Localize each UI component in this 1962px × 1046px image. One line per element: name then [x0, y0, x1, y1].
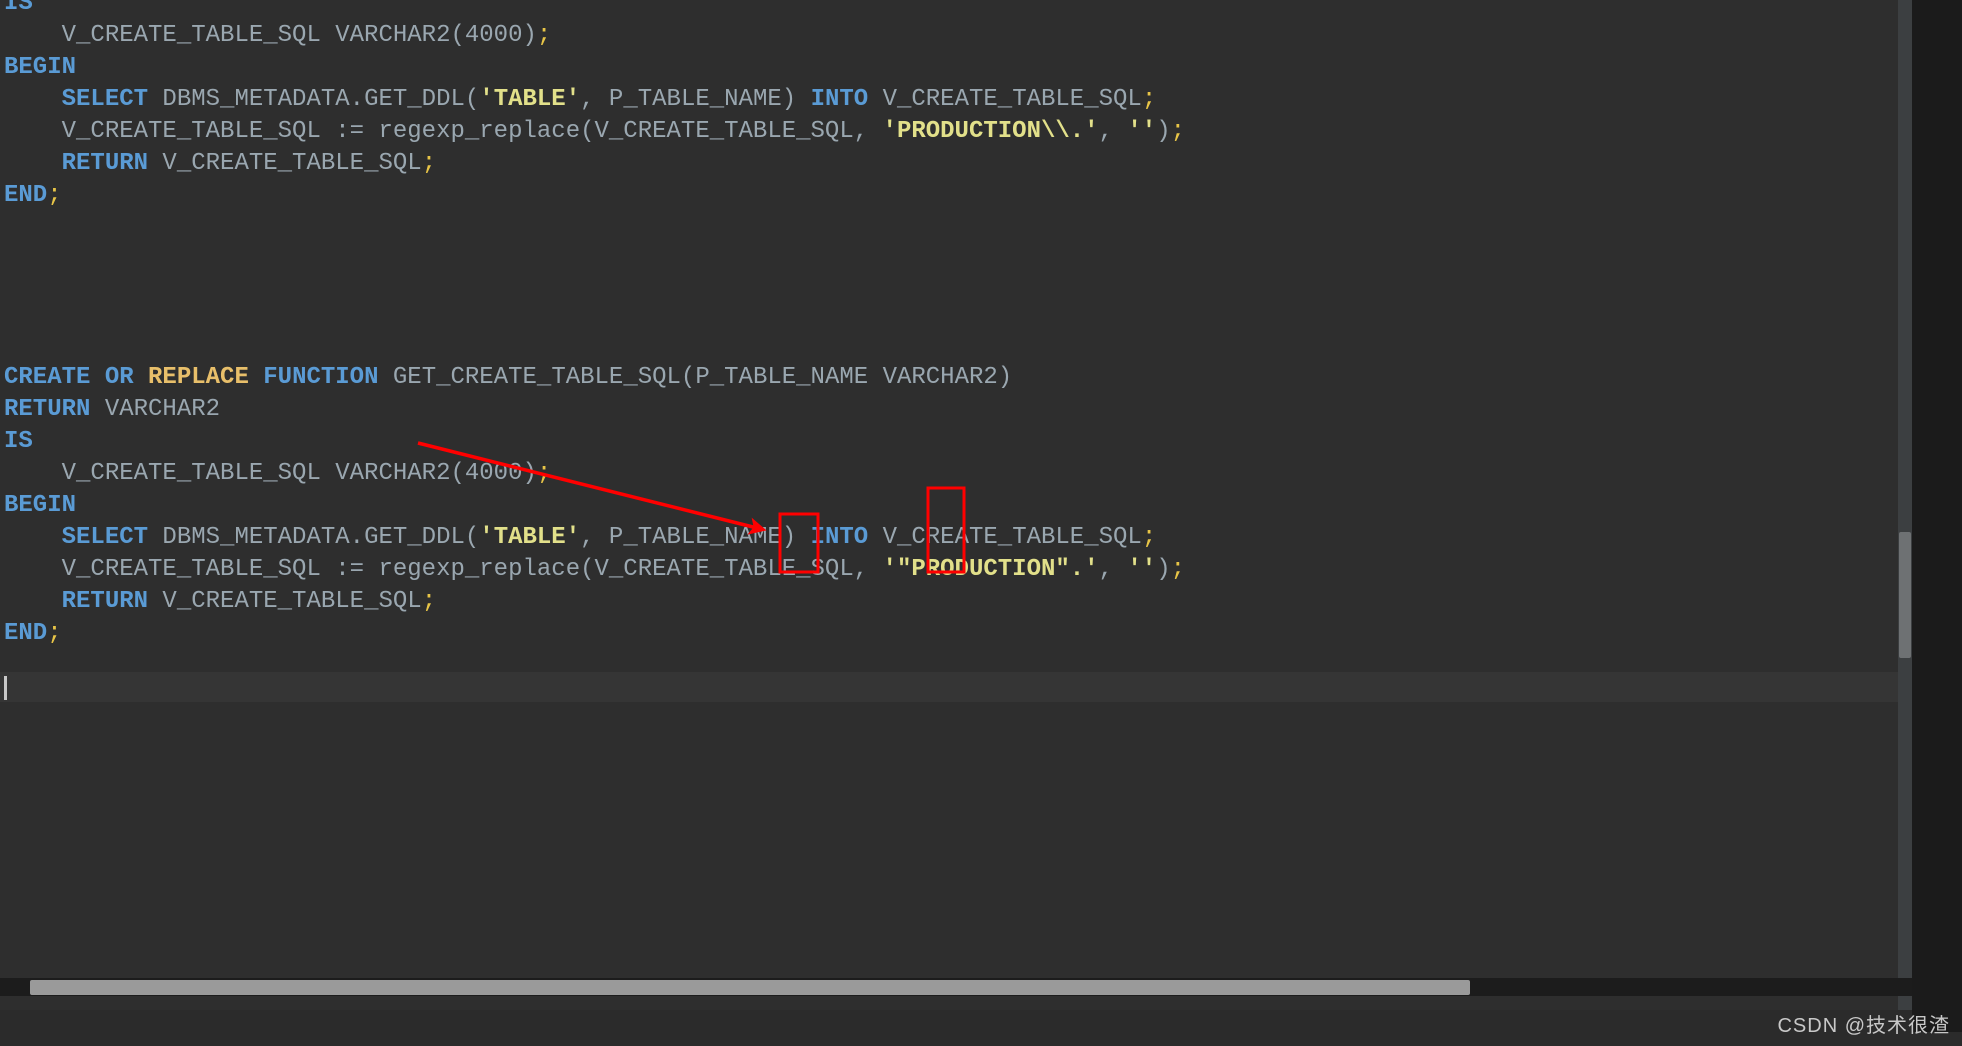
code-line[interactable]: V_CREATE_TABLE_SQL := regexp_replace(V_C… — [0, 116, 1912, 148]
code-token: OR — [90, 364, 149, 391]
code-token: SELECT — [61, 86, 149, 113]
code-line[interactable]: END; — [0, 180, 1912, 212]
code-token: ; — [536, 22, 552, 49]
code-token: BEGIN — [4, 492, 77, 519]
code-token: INTO — [810, 524, 869, 551]
code-token: RETURN — [61, 588, 149, 615]
code-token: '' — [1127, 118, 1157, 145]
code-line[interactable]: V_CREATE_TABLE_SQL := regexp_replace(V_C… — [0, 554, 1912, 586]
code-token: DBMS_METADATA.GET_DDL( — [148, 86, 480, 113]
code-token: RETURN — [4, 396, 91, 423]
horizontal-scrollbar-thumb[interactable] — [30, 980, 1470, 995]
code-block-revised[interactable]: CREATE OR REPLACE FUNCTION GET_CREATE_TA… — [0, 362, 1912, 650]
code-token: ; — [1141, 524, 1157, 551]
code-token: ; — [47, 182, 62, 209]
vertical-scrollbar-track[interactable] — [1898, 0, 1912, 1010]
code-token: , — [1098, 556, 1128, 583]
code-token: ; — [1141, 86, 1157, 113]
code-token: V_CREATE_TABLE_SQL VARCHAR2(4000) — [61, 22, 537, 49]
screenshot-root: IS V_CREATE_TABLE_SQL VARCHAR2(4000); BEG… — [0, 0, 1962, 1046]
code-editor-surface[interactable]: IS V_CREATE_TABLE_SQL VARCHAR2(4000); BEG… — [0, 0, 1912, 1010]
code-line[interactable]: SELECT DBMS_METADATA.GET_DDL('TABLE', P_… — [0, 84, 1912, 116]
code-token: ) — [1156, 556, 1171, 583]
code-line[interactable]: RETURN VARCHAR2 — [0, 394, 1912, 426]
code-token: REPLACE — [148, 364, 249, 391]
code-line[interactable]: IS — [0, 0, 1912, 20]
text-caret — [4, 676, 7, 700]
code-line[interactable]: RETURN V_CREATE_TABLE_SQL; — [0, 586, 1912, 618]
code-token: V_CREATE_TABLE_SQL := regexp_replace(V_C… — [61, 118, 883, 145]
code-token: V_CREATE_TABLE_SQL — [148, 588, 422, 615]
code-token: , P_TABLE_NAME) — [580, 524, 811, 551]
code-token: VARCHAR2 — [90, 396, 221, 423]
code-token: ) — [1156, 118, 1171, 145]
code-token: ; — [421, 150, 437, 177]
right-gutter — [1912, 0, 1962, 1046]
code-token: '' — [1127, 556, 1157, 583]
code-line[interactable]: BEGIN — [0, 490, 1912, 522]
code-token: DBMS_METADATA.GET_DDL( — [148, 524, 480, 551]
code-line[interactable]: V_CREATE_TABLE_SQL VARCHAR2(4000); — [0, 458, 1912, 490]
code-token: ; — [421, 588, 437, 615]
code-token: 'TABLE' — [479, 524, 581, 551]
code-token: V_CREATE_TABLE_SQL — [148, 150, 422, 177]
code-token: 'TABLE' — [479, 86, 581, 113]
code-token: CREATE — [4, 364, 91, 391]
code-token: IS — [4, 428, 33, 455]
code-token: , — [1098, 118, 1128, 145]
code-token: FUNCTION — [263, 364, 379, 391]
vertical-scrollbar-thumb[interactable] — [1899, 532, 1911, 658]
code-token: V_CREATE_TABLE_SQL — [868, 86, 1142, 113]
code-line[interactable]: END; — [0, 618, 1912, 650]
watermark: CSDN @技术很渣 — [1777, 1015, 1950, 1037]
code-line[interactable]: BEGIN — [0, 52, 1912, 84]
code-line[interactable]: RETURN V_CREATE_TABLE_SQL; — [0, 148, 1912, 180]
code-line[interactable]: IS — [0, 426, 1912, 458]
current-line-highlight — [0, 672, 1912, 702]
code-token: , P_TABLE_NAME) — [580, 86, 811, 113]
code-line[interactable]: SELECT DBMS_METADATA.GET_DDL('TABLE', P_… — [0, 522, 1912, 554]
code-token: ; — [1170, 556, 1186, 583]
code-line[interactable]: CREATE OR REPLACE FUNCTION GET_CREATE_TA… — [0, 362, 1912, 394]
code-token: V_CREATE_TABLE_SQL — [868, 524, 1142, 551]
code-token: IS — [4, 0, 33, 17]
code-line[interactable]: V_CREATE_TABLE_SQL VARCHAR2(4000); — [0, 20, 1912, 52]
code-token: SELECT — [61, 524, 149, 551]
code-token: ; — [536, 460, 552, 487]
code-token: RETURN — [61, 150, 149, 177]
footer-strip — [0, 1032, 1962, 1046]
code-token: V_CREATE_TABLE_SQL := regexp_replace(V_C… — [61, 556, 883, 583]
scrollbar-corner — [1898, 978, 1912, 996]
code-token: END — [4, 620, 48, 647]
code-token: BEGIN — [4, 54, 77, 81]
code-token: GET_CREATE_TABLE_SQL(P_TABLE_NAME VARCHA… — [378, 364, 1013, 391]
code-block-original[interactable]: IS V_CREATE_TABLE_SQL VARCHAR2(4000); BEG… — [0, 0, 1912, 212]
code-token: END — [4, 182, 48, 209]
code-token: INTO — [810, 86, 869, 113]
code-token: ; — [47, 620, 62, 647]
code-token: V_CREATE_TABLE_SQL VARCHAR2(4000) — [61, 460, 537, 487]
code-token: '"PRODUCTION".' — [882, 556, 1099, 583]
code-token: ; — [1170, 118, 1186, 145]
code-token: 'PRODUCTION\\.' — [882, 118, 1099, 145]
